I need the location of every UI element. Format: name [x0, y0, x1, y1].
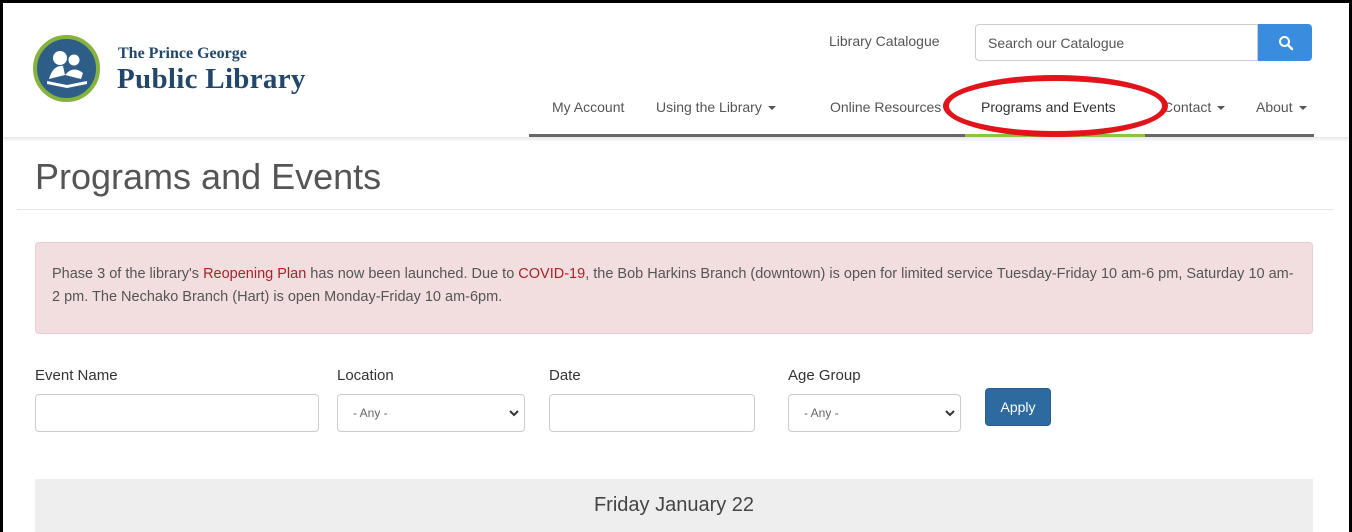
location-label: Location [337, 367, 394, 384]
nav-about[interactable]: About [1256, 99, 1307, 115]
covid-alert: Phase 3 of the library's Reopening Plan … [35, 242, 1313, 334]
catalogue-search-input[interactable] [975, 24, 1258, 61]
covid-19-link[interactable]: COVID-19 [518, 266, 585, 282]
apply-button[interactable]: Apply [985, 388, 1051, 426]
age-group-selected-value: - Any - [804, 406, 839, 420]
caret-down-icon [767, 106, 776, 111]
library-catalogue-link[interactable]: Library Catalogue [829, 33, 940, 49]
chevron-down-icon [945, 410, 955, 417]
date-label: Date [549, 367, 581, 384]
event-name-input[interactable] [35, 394, 319, 432]
reading-person-icon [33, 35, 100, 102]
location-selected-value: - Any - [353, 406, 388, 420]
nav-online-resources[interactable]: Online Resources [830, 99, 941, 115]
age-group-label: Age Group [788, 367, 861, 384]
chevron-down-icon [509, 410, 519, 417]
site-header: The Prince George Public Library Library… [3, 3, 1349, 140]
reopening-plan-link[interactable]: Reopening Plan [203, 266, 306, 282]
logo-subtitle: The Prince George [118, 45, 247, 62]
age-group-select[interactable]: - Any - [788, 394, 961, 432]
page-frame: The Prince George Public Library Library… [0, 0, 1352, 532]
caret-down-icon [1298, 106, 1307, 111]
title-divider [17, 209, 1333, 210]
library-logo[interactable]: The Prince George Public Library [33, 35, 373, 105]
event-day-heading: Friday January 22 [35, 479, 1313, 532]
nav-using-the-library[interactable]: Using the Library [656, 99, 776, 115]
logo-title: Public Library [117, 63, 306, 95]
caret-down-icon [1217, 106, 1226, 111]
page-title: Programs and Events [35, 156, 382, 197]
annotation-highlight-ellipse [943, 75, 1168, 137]
header-shadow [3, 137, 1349, 142]
date-input[interactable] [549, 394, 755, 432]
nav-contact[interactable]: Contact [1163, 99, 1226, 115]
search-icon [1279, 36, 1294, 51]
location-select[interactable]: - Any - [337, 394, 525, 432]
event-name-label: Event Name [35, 367, 118, 384]
search-button[interactable] [1258, 24, 1312, 61]
nav-my-account[interactable]: My Account [552, 99, 624, 115]
